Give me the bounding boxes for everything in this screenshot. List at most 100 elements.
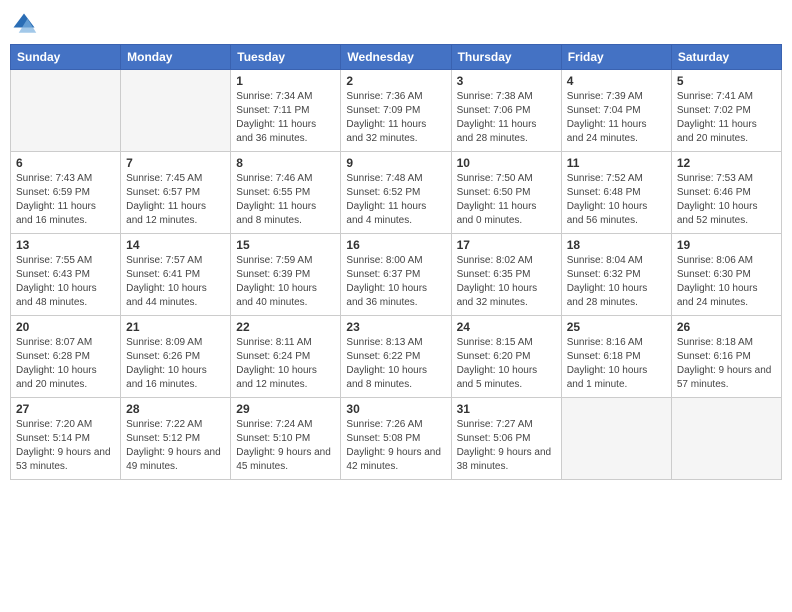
calendar-cell <box>671 398 781 480</box>
calendar-cell: 8 Sunrise: 7:46 AM Sunset: 6:55 PM Daylig… <box>231 152 341 234</box>
day-info: Sunrise: 7:45 AM Sunset: 6:57 PM Dayligh… <box>126 172 225 228</box>
day-info: Sunrise: 8:06 AM Sunset: 6:30 PM Dayligh… <box>677 254 776 310</box>
day-info: Sunrise: 7:20 AM Sunset: 5:14 PM Dayligh… <box>16 418 115 474</box>
day-info: Sunrise: 7:38 AM Sunset: 7:06 PM Dayligh… <box>457 90 556 146</box>
day-number: 22 <box>236 320 335 334</box>
day-info: Sunrise: 8:02 AM Sunset: 6:35 PM Dayligh… <box>457 254 556 310</box>
day-number: 27 <box>16 402 115 416</box>
day-number: 29 <box>236 402 335 416</box>
day-number: 19 <box>677 238 776 252</box>
day-info: Sunrise: 7:55 AM Sunset: 6:43 PM Dayligh… <box>16 254 115 310</box>
calendar-cell <box>11 70 121 152</box>
day-number: 5 <box>677 74 776 88</box>
day-number: 25 <box>567 320 666 334</box>
calendar-cell: 18 Sunrise: 8:04 AM Sunset: 6:32 PM Dayli… <box>561 234 671 316</box>
calendar-cell: 6 Sunrise: 7:43 AM Sunset: 6:59 PM Daylig… <box>11 152 121 234</box>
calendar-cell: 4Sunrise: 7:39 AM Sunset: 7:04 PM Daylig… <box>561 70 671 152</box>
calendar-cell: 30 Sunrise: 7:26 AM Sunset: 5:08 PM Dayli… <box>341 398 451 480</box>
day-number: 23 <box>346 320 445 334</box>
header <box>10 10 782 38</box>
day-info: Sunrise: 8:04 AM Sunset: 6:32 PM Dayligh… <box>567 254 666 310</box>
day-number: 18 <box>567 238 666 252</box>
day-info: Sunrise: 7:57 AM Sunset: 6:41 PM Dayligh… <box>126 254 225 310</box>
weekday-header-wednesday: Wednesday <box>341 45 451 70</box>
day-info: Sunrise: 8:11 AM Sunset: 6:24 PM Dayligh… <box>236 336 335 392</box>
day-info: Sunrise: 7:22 AM Sunset: 5:12 PM Dayligh… <box>126 418 225 474</box>
logo-icon <box>10 10 38 38</box>
week-row-5: 27 Sunrise: 7:20 AM Sunset: 5:14 PM Dayli… <box>11 398 782 480</box>
day-number: 9 <box>346 156 445 170</box>
calendar-cell: 28 Sunrise: 7:22 AM Sunset: 5:12 PM Dayli… <box>121 398 231 480</box>
day-info: Sunrise: 7:41 AM Sunset: 7:02 PM Dayligh… <box>677 90 776 146</box>
day-number: 10 <box>457 156 556 170</box>
day-info: Sunrise: 7:26 AM Sunset: 5:08 PM Dayligh… <box>346 418 445 474</box>
day-info: Sunrise: 8:18 AM Sunset: 6:16 PM Dayligh… <box>677 336 776 392</box>
weekday-header-row: SundayMondayTuesdayWednesdayThursdayFrid… <box>11 45 782 70</box>
logo <box>10 10 42 38</box>
day-number: 12 <box>677 156 776 170</box>
calendar-cell <box>121 70 231 152</box>
day-number: 26 <box>677 320 776 334</box>
calendar-cell: 22 Sunrise: 8:11 AM Sunset: 6:24 PM Dayli… <box>231 316 341 398</box>
day-number: 3 <box>457 74 556 88</box>
day-number: 16 <box>346 238 445 252</box>
day-number: 15 <box>236 238 335 252</box>
day-info: Sunrise: 7:52 AM Sunset: 6:48 PM Dayligh… <box>567 172 666 228</box>
calendar-cell: 2Sunrise: 7:36 AM Sunset: 7:09 PM Daylig… <box>341 70 451 152</box>
weekday-header-tuesday: Tuesday <box>231 45 341 70</box>
day-number: 20 <box>16 320 115 334</box>
calendar-cell: 10 Sunrise: 7:50 AM Sunset: 6:50 PM Dayli… <box>451 152 561 234</box>
calendar-cell: 9 Sunrise: 7:48 AM Sunset: 6:52 PM Daylig… <box>341 152 451 234</box>
day-number: 1 <box>236 74 335 88</box>
day-info: Sunrise: 8:16 AM Sunset: 6:18 PM Dayligh… <box>567 336 666 392</box>
calendar-cell: 14 Sunrise: 7:57 AM Sunset: 6:41 PM Dayli… <box>121 234 231 316</box>
day-info: Sunrise: 8:13 AM Sunset: 6:22 PM Dayligh… <box>346 336 445 392</box>
calendar-cell: 3 Sunrise: 7:38 AM Sunset: 7:06 PM Daylig… <box>451 70 561 152</box>
calendar-cell: 31 Sunrise: 7:27 AM Sunset: 5:06 PM Dayli… <box>451 398 561 480</box>
day-number: 31 <box>457 402 556 416</box>
day-info: Sunrise: 8:07 AM Sunset: 6:28 PM Dayligh… <box>16 336 115 392</box>
weekday-header-sunday: Sunday <box>11 45 121 70</box>
day-info: Sunrise: 8:00 AM Sunset: 6:37 PM Dayligh… <box>346 254 445 310</box>
day-number: 14 <box>126 238 225 252</box>
calendar-cell: 24Sunrise: 8:15 AM Sunset: 6:20 PM Dayli… <box>451 316 561 398</box>
calendar-cell: 21Sunrise: 8:09 AM Sunset: 6:26 PM Dayli… <box>121 316 231 398</box>
week-row-1: 1 Sunrise: 7:34 AM Sunset: 7:11 PM Daylig… <box>11 70 782 152</box>
day-info: Sunrise: 7:43 AM Sunset: 6:59 PM Dayligh… <box>16 172 115 228</box>
day-info: Sunrise: 7:27 AM Sunset: 5:06 PM Dayligh… <box>457 418 556 474</box>
day-info: Sunrise: 8:15 AM Sunset: 6:20 PM Dayligh… <box>457 336 556 392</box>
day-number: 30 <box>346 402 445 416</box>
weekday-header-saturday: Saturday <box>671 45 781 70</box>
calendar-cell: 20 Sunrise: 8:07 AM Sunset: 6:28 PM Dayli… <box>11 316 121 398</box>
calendar-cell: 25 Sunrise: 8:16 AM Sunset: 6:18 PM Dayli… <box>561 316 671 398</box>
day-info: Sunrise: 7:53 AM Sunset: 6:46 PM Dayligh… <box>677 172 776 228</box>
calendar-cell: 11Sunrise: 7:52 AM Sunset: 6:48 PM Dayli… <box>561 152 671 234</box>
day-number: 8 <box>236 156 335 170</box>
calendar-cell: 16 Sunrise: 8:00 AM Sunset: 6:37 PM Dayli… <box>341 234 451 316</box>
day-number: 7 <box>126 156 225 170</box>
week-row-3: 13 Sunrise: 7:55 AM Sunset: 6:43 PM Dayli… <box>11 234 782 316</box>
calendar-cell: 1 Sunrise: 7:34 AM Sunset: 7:11 PM Daylig… <box>231 70 341 152</box>
week-row-2: 6 Sunrise: 7:43 AM Sunset: 6:59 PM Daylig… <box>11 152 782 234</box>
day-info: Sunrise: 7:59 AM Sunset: 6:39 PM Dayligh… <box>236 254 335 310</box>
day-number: 4 <box>567 74 666 88</box>
day-number: 13 <box>16 238 115 252</box>
calendar-cell: 29 Sunrise: 7:24 AM Sunset: 5:10 PM Dayli… <box>231 398 341 480</box>
day-number: 17 <box>457 238 556 252</box>
calendar-cell: 15 Sunrise: 7:59 AM Sunset: 6:39 PM Dayli… <box>231 234 341 316</box>
calendar-cell: 13 Sunrise: 7:55 AM Sunset: 6:43 PM Dayli… <box>11 234 121 316</box>
weekday-header-monday: Monday <box>121 45 231 70</box>
day-info: Sunrise: 7:24 AM Sunset: 5:10 PM Dayligh… <box>236 418 335 474</box>
day-number: 6 <box>16 156 115 170</box>
day-number: 28 <box>126 402 225 416</box>
day-info: Sunrise: 7:34 AM Sunset: 7:11 PM Dayligh… <box>236 90 335 146</box>
calendar-cell: 12 Sunrise: 7:53 AM Sunset: 6:46 PM Dayli… <box>671 152 781 234</box>
day-info: Sunrise: 7:50 AM Sunset: 6:50 PM Dayligh… <box>457 172 556 228</box>
day-info: Sunrise: 7:48 AM Sunset: 6:52 PM Dayligh… <box>346 172 445 228</box>
calendar-cell: 19 Sunrise: 8:06 AM Sunset: 6:30 PM Dayli… <box>671 234 781 316</box>
day-number: 21 <box>126 320 225 334</box>
calendar-cell: 17 Sunrise: 8:02 AM Sunset: 6:35 PM Dayli… <box>451 234 561 316</box>
day-info: Sunrise: 7:46 AM Sunset: 6:55 PM Dayligh… <box>236 172 335 228</box>
calendar-cell: 23 Sunrise: 8:13 AM Sunset: 6:22 PM Dayli… <box>341 316 451 398</box>
weekday-header-thursday: Thursday <box>451 45 561 70</box>
